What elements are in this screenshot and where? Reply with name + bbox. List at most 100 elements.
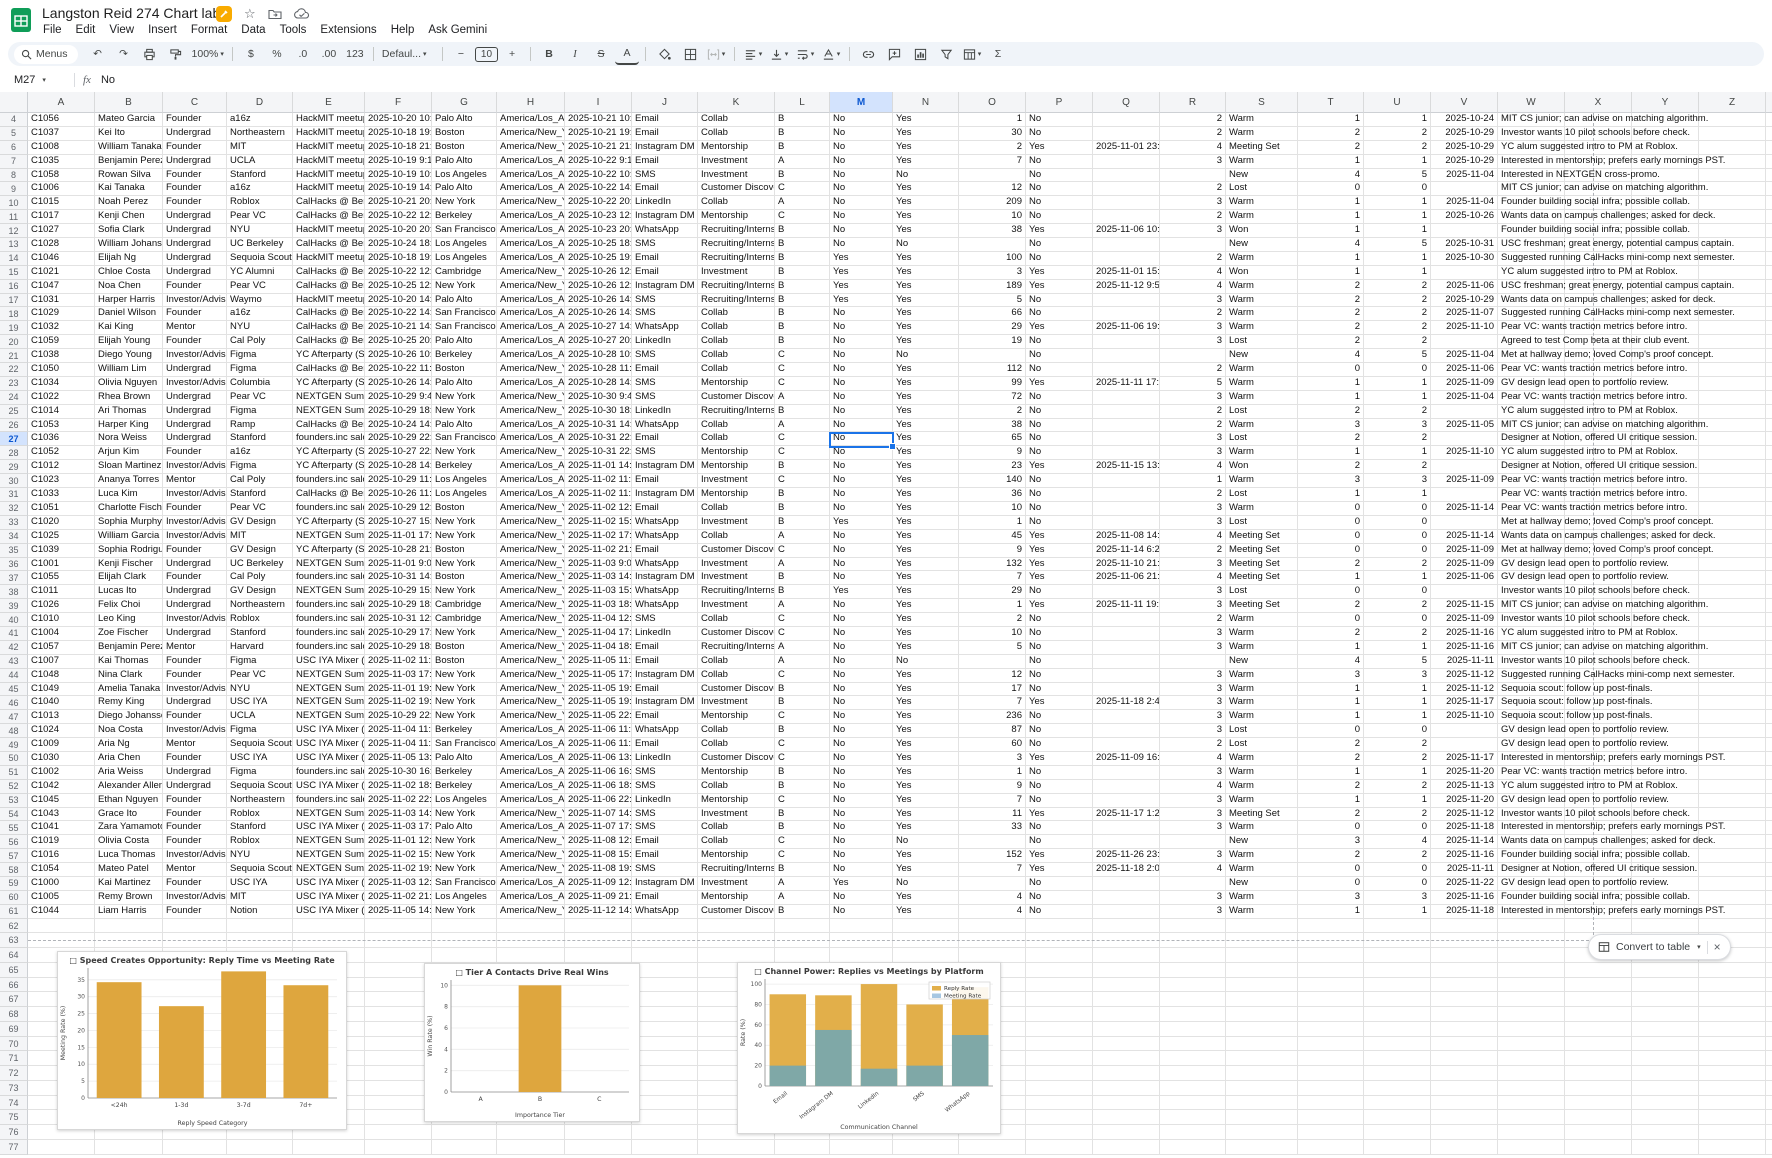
cell[interactable]: C1038 (28, 349, 95, 363)
cell[interactable]: 2025-10-27 22:5 (365, 446, 432, 460)
cell[interactable]: Warm (1226, 766, 1298, 780)
cell[interactable]: No (830, 683, 893, 697)
cell[interactable]: Yes (893, 377, 959, 391)
cell[interactable]: Collab (698, 724, 775, 738)
column-header-C[interactable]: C (163, 92, 227, 113)
sheets-logo-icon[interactable] (10, 7, 32, 33)
cell[interactable]: WhatsApp (632, 905, 698, 919)
cell[interactable] (28, 919, 95, 934)
cell[interactable]: Sophia Murphy (95, 516, 163, 530)
cell[interactable] (432, 933, 497, 948)
cell[interactable]: San Francisco (432, 738, 497, 752)
cell[interactable]: B (775, 821, 830, 835)
cell[interactable]: 4 (959, 891, 1026, 905)
cell[interactable]: 2025-11-03 12:1 (365, 877, 432, 891)
cell[interactable] (1766, 502, 1772, 516)
cell[interactable]: America/New_York (497, 613, 565, 627)
cell[interactable]: 1 (1364, 905, 1431, 919)
cell[interactable]: C1034 (28, 377, 95, 391)
cell[interactable] (1699, 599, 1766, 613)
cell[interactable] (1093, 933, 1160, 948)
cell[interactable]: YC Afterparty (SF) (293, 544, 365, 558)
cell[interactable]: 2 (1364, 808, 1431, 822)
cell[interactable]: Email (632, 502, 698, 516)
cell[interactable]: America/New_York (497, 196, 565, 210)
cell[interactable] (1699, 683, 1766, 697)
cell[interactable]: America/New_York (497, 641, 565, 655)
cell[interactable]: 2025-11-04 17:1 (565, 627, 632, 641)
column-header-S[interactable]: S (1226, 92, 1298, 113)
cell[interactable]: 3 (1160, 516, 1226, 530)
cell[interactable]: 2025-11-08 12:5 (565, 835, 632, 849)
cell[interactable]: Collab (698, 113, 775, 127)
cell[interactable]: Investment (698, 599, 775, 613)
cell[interactable]: No (1026, 391, 1093, 405)
cell[interactable]: Yes (1026, 266, 1093, 280)
cell[interactable]: 3 (1160, 683, 1226, 697)
cell[interactable]: Undergrad (163, 224, 227, 238)
cell[interactable] (1431, 460, 1498, 474)
cell[interactable]: Luca Thomas (95, 849, 163, 863)
cell[interactable] (1093, 891, 1160, 905)
zoom-select[interactable]: 100%▾ (190, 44, 226, 64)
cell[interactable]: 2025-11-12 (1431, 669, 1498, 683)
cell[interactable]: C1040 (28, 696, 95, 710)
cell[interactable]: 2025-11-01 14:0 (565, 460, 632, 474)
cell[interactable]: 2025-11-02 15:1 (365, 849, 432, 863)
cell[interactable]: Pear VC: wants traction metrics before i… (1498, 474, 1565, 488)
cell[interactable]: 2025-10-22 14:1 (365, 307, 432, 321)
row-header-72[interactable]: 72 (0, 1066, 28, 1081)
cell[interactable]: No (830, 863, 893, 877)
cell[interactable] (1766, 1022, 1772, 1037)
cell[interactable]: Pear VC (227, 502, 293, 516)
cell[interactable]: No (1026, 835, 1093, 849)
cell[interactable]: Undergrad (163, 391, 227, 405)
cell[interactable]: 2025-11-09 21:1 (565, 891, 632, 905)
cell[interactable]: Cal Poly (227, 474, 293, 488)
cell[interactable] (1766, 1081, 1772, 1096)
cell[interactable]: NYU (227, 224, 293, 238)
cell[interactable]: founders.inc salon (293, 599, 365, 613)
cell[interactable] (365, 1066, 432, 1081)
cell[interactable]: C (775, 752, 830, 766)
cell[interactable] (1699, 1110, 1766, 1125)
cell[interactable]: No (1026, 252, 1093, 266)
cell[interactable] (1699, 182, 1766, 196)
cell[interactable]: B (775, 405, 830, 419)
cell[interactable]: Email (632, 266, 698, 280)
cell[interactable] (1431, 585, 1498, 599)
cell[interactable]: Customer Discovery (698, 182, 775, 196)
cell[interactable]: NEXTGEN Summit (293, 530, 365, 544)
cell[interactable]: Customer Discovery (698, 391, 775, 405)
cell[interactable]: C1007 (28, 655, 95, 669)
cell[interactable]: No (830, 141, 893, 155)
cell[interactable]: Nina Clark (95, 669, 163, 683)
cell[interactable]: 30 (959, 127, 1026, 141)
cell[interactable]: SMS (632, 821, 698, 835)
cell[interactable]: New (1226, 655, 1298, 669)
cell[interactable]: No (830, 224, 893, 238)
cell[interactable]: New York (432, 627, 497, 641)
cell[interactable]: 2025-11-15 13:0 (1093, 460, 1160, 474)
cell[interactable]: 2025-10-22 12:0 (365, 210, 432, 224)
cell[interactable] (1093, 724, 1160, 738)
cell[interactable]: San Francisco (432, 321, 497, 335)
cell[interactable]: founders.inc salon (293, 474, 365, 488)
cell[interactable]: 2025-11-02 11:3 (565, 488, 632, 502)
insert-chart-button[interactable] (908, 44, 932, 64)
cell[interactable]: USC IYA Mixer (LA) (293, 780, 365, 794)
cell[interactable] (1565, 1096, 1632, 1111)
cell[interactable] (1226, 1125, 1298, 1140)
cell[interactable]: C1033 (28, 488, 95, 502)
cell[interactable]: Yes (893, 460, 959, 474)
cell[interactable] (632, 1037, 698, 1052)
cell[interactable] (1632, 1066, 1699, 1081)
cell[interactable]: 3 (1160, 710, 1226, 724)
cell[interactable] (1093, 155, 1160, 169)
text-wrap-button[interactable]: ▾ (793, 44, 817, 64)
cell[interactable]: SMS (632, 349, 698, 363)
cell[interactable]: Noa Costa (95, 724, 163, 738)
cell[interactable]: 2025-11-06 11:1 (565, 724, 632, 738)
cell[interactable]: 2025-11-04 (1431, 169, 1498, 183)
cell[interactable]: Yes (830, 877, 893, 891)
